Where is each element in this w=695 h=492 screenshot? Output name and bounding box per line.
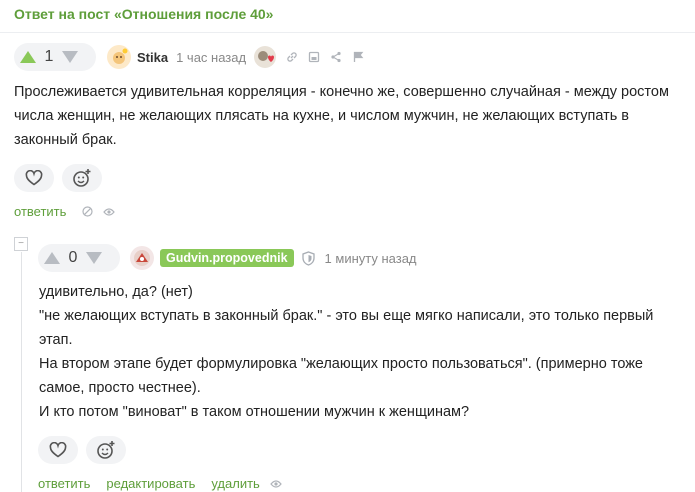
heart-icon <box>25 170 43 186</box>
arrow-down-icon <box>86 252 102 264</box>
views-button[interactable] <box>103 207 116 217</box>
flag-icon <box>353 51 364 62</box>
comment-line: "не желающих вступать в законный брак." … <box>39 308 654 324</box>
rating-count: 0 <box>68 249 78 266</box>
post-link[interactable]: Ответ на пост «Отношения после 40» <box>14 6 273 22</box>
edit-link[interactable]: редактировать <box>106 476 195 491</box>
eye-icon <box>270 479 282 488</box>
share-icon <box>331 51 341 63</box>
avatar[interactable] <box>107 45 131 69</box>
like-button[interactable] <box>14 164 54 192</box>
avatar[interactable] <box>130 246 154 270</box>
award-icon <box>258 51 275 62</box>
author-name[interactable]: Stika <box>137 50 168 65</box>
upvote-button[interactable] <box>38 244 66 272</box>
vote-widget: 1 <box>14 43 96 71</box>
comment-text: удивительно, да? (нет) "не желающих всту… <box>39 280 689 424</box>
arrow-up-icon <box>20 51 36 63</box>
divider <box>0 32 695 33</box>
add-reaction-button[interactable] <box>62 164 102 192</box>
vote-widget: 0 <box>38 244 120 272</box>
shield-icon <box>301 250 315 266</box>
comment-meta: Stika 1 час назад <box>107 45 364 69</box>
reply-link[interactable]: ответить <box>14 204 66 219</box>
heart-icon <box>49 442 67 458</box>
save-icon <box>308 51 320 63</box>
comment-line: И кто потом "виноват" в таком отношении … <box>39 404 470 420</box>
emoji-add-icon <box>97 441 115 459</box>
comment-actions: ответить редактировать удалить <box>38 476 282 491</box>
arrow-down-icon <box>62 51 78 63</box>
moderator-badge <box>301 250 315 266</box>
avatar-icon <box>134 250 150 266</box>
delete-link[interactable]: удалить <box>211 476 259 491</box>
downvote-button[interactable] <box>80 244 108 272</box>
eye-icon <box>103 207 116 216</box>
arrow-up-icon <box>44 252 60 264</box>
comment-meta: Gudvin.propovednik 1 минуту назад <box>130 246 417 270</box>
share-button[interactable] <box>330 51 342 63</box>
reply-link[interactable]: ответить <box>38 476 90 491</box>
author-name[interactable]: Gudvin.propovednik <box>160 249 294 267</box>
upvote-button[interactable] <box>14 43 42 71</box>
comment-line: На втором этапе будет формулировка "жела… <box>39 356 643 372</box>
comment-time[interactable]: 1 минуту назад <box>325 251 417 266</box>
like-button[interactable] <box>38 436 78 464</box>
downvote-button[interactable] <box>56 43 84 71</box>
link-button[interactable] <box>286 51 298 63</box>
emoji-add-icon <box>73 169 91 187</box>
link-icon <box>287 52 297 62</box>
save-button[interactable] <box>308 51 320 63</box>
report-button[interactable] <box>352 51 364 63</box>
comment-actions: ответить <box>14 204 116 219</box>
comment-line: этап. <box>39 332 73 348</box>
award-badge[interactable] <box>254 46 277 68</box>
comment-line: удивительно, да? (нет) <box>39 284 193 300</box>
views-button[interactable] <box>270 479 282 489</box>
avatar-icon <box>113 48 128 64</box>
hide-icon <box>82 206 94 217</box>
comment-text: Прослеживается удивительная корреляция -… <box>14 84 669 148</box>
comment-line: самое, просто честнее). <box>39 380 201 396</box>
thread-line <box>21 252 22 492</box>
collapse-thread-button[interactable]: − <box>14 237 28 251</box>
hide-button[interactable] <box>82 206 94 217</box>
comment-time[interactable]: 1 час назад <box>176 50 246 65</box>
rating-count: 1 <box>44 48 54 65</box>
add-reaction-button[interactable] <box>86 436 126 464</box>
